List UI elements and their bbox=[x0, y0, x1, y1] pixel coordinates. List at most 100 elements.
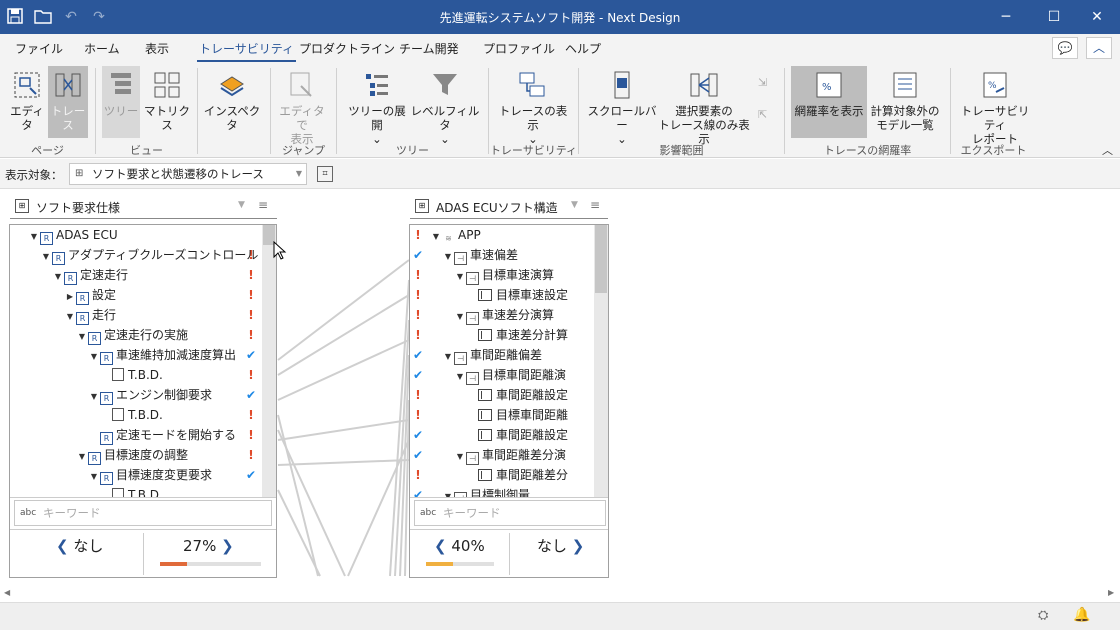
minimize-button[interactable]: ─ bbox=[983, 0, 1029, 34]
collapse-caret-icon[interactable]: ▼ bbox=[454, 447, 466, 467]
collapse-caret-icon[interactable]: ▼ bbox=[88, 467, 100, 487]
left-tree-row[interactable]: ! ▼ R 目標速度の調整 bbox=[10, 445, 262, 465]
tree-expand-button[interactable]: ツリーの展開 ⌄ bbox=[344, 66, 410, 146]
matrix-view-button[interactable]: マトリクス bbox=[142, 66, 192, 138]
right-scrollbar[interactable] bbox=[594, 225, 608, 497]
right-tree-row[interactable]: ✔▼⊣目標制御量 bbox=[410, 485, 594, 497]
collapse-caret-icon[interactable]: ▼ bbox=[88, 347, 100, 367]
collapse-caret-icon[interactable]: ▼ bbox=[442, 347, 454, 367]
right-tree-row[interactable]: ! 目標車速設定 bbox=[410, 285, 594, 305]
left-tree-row[interactable]: T.B.D. bbox=[10, 485, 262, 497]
left-tree-row[interactable]: ! T.B.D. bbox=[10, 365, 262, 385]
right-tree-row[interactable]: ✔ 車間距離設定 bbox=[410, 425, 594, 445]
menu-traceability[interactable]: トレーサビリティ bbox=[196, 40, 297, 62]
left-keyword-input[interactable]: abc キーワード bbox=[14, 500, 272, 526]
editor-button[interactable]: エディタ bbox=[6, 66, 48, 138]
menu-profile[interactable]: プロファイル bbox=[483, 40, 555, 57]
comment-button[interactable]: 💬 bbox=[1052, 37, 1078, 59]
right-tree-row[interactable]: ✔ ▼ ⊣ 目標車間距離演 bbox=[410, 365, 594, 385]
collapse-caret-icon[interactable]: ▼ bbox=[442, 487, 454, 497]
left-scrollbar[interactable] bbox=[262, 225, 276, 497]
collapse-caret-icon[interactable]: ▼ bbox=[28, 227, 40, 247]
right-next-button[interactable]: なし ❯ bbox=[537, 536, 584, 556]
expand-caret-icon[interactable]: ▶ bbox=[64, 287, 76, 307]
menu-home[interactable]: ホーム bbox=[84, 40, 120, 57]
collapse-caret-icon[interactable]: ▼ bbox=[64, 307, 76, 327]
left-panel-menu-icon[interactable]: ≡ bbox=[258, 198, 268, 212]
scrollbar-button[interactable]: スクロールバー ⌄ bbox=[586, 66, 658, 146]
ribbon-collapse-icon[interactable]: ︿ bbox=[1102, 142, 1113, 158]
collapse-caret-icon[interactable]: ▼ bbox=[76, 447, 88, 467]
right-tree-row[interactable]: ✔ ▼ ⊣ 車間距離偏差 bbox=[410, 345, 594, 365]
keyword-icon: abc bbox=[420, 508, 437, 518]
requirement-icon: R bbox=[64, 272, 77, 285]
level-filter-button[interactable]: レベルフィルタ ⌄ bbox=[410, 66, 480, 146]
expand-impact-icon[interactable]: ⇲ bbox=[758, 76, 772, 90]
collapse-impact-icon[interactable]: ⇱ bbox=[758, 108, 772, 122]
right-panel-menu-icon[interactable]: ≡ bbox=[590, 198, 600, 212]
left-tree-row[interactable]: ! ▼ R アダプティブクルーズコントロール bbox=[10, 245, 262, 265]
right-panel-dropdown-icon[interactable]: ▼ bbox=[571, 200, 578, 210]
left-tree-row[interactable]: ✔ ▼ R エンジン制御要求 bbox=[10, 385, 262, 405]
right-scroll-thumb[interactable] bbox=[595, 225, 607, 293]
right-tree-row[interactable]: ✔ ▼ ⊣ 車間距離差分演 bbox=[410, 445, 594, 465]
collapse-caret-icon[interactable]: ▼ bbox=[76, 327, 88, 347]
trace-icon bbox=[55, 73, 81, 97]
right-tree-row[interactable]: ! 車速差分計算 bbox=[410, 325, 594, 345]
collapse-caret-icon[interactable]: ▼ bbox=[442, 247, 454, 267]
notification-bell-icon[interactable]: 🔔 bbox=[1073, 607, 1090, 623]
display-target-select[interactable]: ⊞ ソフト要求と状態遷移のトレース ▼ bbox=[69, 163, 307, 185]
collapse-caret-icon[interactable]: ▼ bbox=[88, 387, 100, 407]
collapse-caret-icon[interactable]: ▼ bbox=[40, 247, 52, 267]
traceability-report-button[interactable]: % トレーサビリティ レポート bbox=[956, 66, 1034, 146]
jump-to-editor-button[interactable]: エディタで 表示 bbox=[276, 66, 328, 146]
left-tree-row[interactable]: ! ▶ R 設定 bbox=[10, 285, 262, 305]
left-prev-button[interactable]: ❮ なし bbox=[56, 536, 103, 556]
collapse-caret-icon[interactable]: ▼ bbox=[454, 267, 466, 287]
sync-icon[interactable]: ⛭ bbox=[1038, 608, 1048, 623]
collapse-caret-icon[interactable]: ▼ bbox=[454, 307, 466, 327]
left-panel-dropdown-icon[interactable]: ▼ bbox=[238, 200, 245, 210]
collapse-caret-icon[interactable]: ▼ bbox=[430, 227, 442, 247]
check-icon: ✔ bbox=[245, 348, 257, 362]
menu-product-line[interactable]: プロダクトライン bbox=[299, 40, 395, 57]
maximize-button[interactable]: ☐ bbox=[1031, 0, 1077, 34]
menu-team[interactable]: チーム開発 bbox=[399, 40, 459, 57]
left-tree-row[interactable]: ! T.B.D. bbox=[10, 405, 262, 425]
left-tree-row[interactable]: ✔ ▼ R 車速維持加減速度算出 bbox=[10, 345, 262, 365]
inspector-button[interactable]: インスペクタ bbox=[201, 66, 263, 138]
scroll-left-icon[interactable]: ◀ bbox=[4, 588, 10, 597]
right-tree-row[interactable]: ! ▼ ⊣ 目標車速演算 bbox=[410, 265, 594, 285]
trace-display-button[interactable]: トレースの表示 ⌄ bbox=[496, 66, 570, 146]
right-tree-row[interactable]: ! ▼ ≋ APP bbox=[410, 225, 594, 247]
left-tree-row[interactable]: ✔ ▼ R 目標速度変更要求 bbox=[10, 465, 262, 485]
close-button[interactable]: ✕ bbox=[1074, 0, 1120, 34]
collapse-caret-icon[interactable]: ▼ bbox=[454, 367, 466, 387]
menu-file[interactable]: ファイル bbox=[15, 40, 63, 57]
left-tree-row[interactable]: ! R 定速モードを開始する bbox=[10, 425, 262, 445]
trace-display-icon bbox=[519, 72, 545, 97]
tree-view-button[interactable]: ツリー bbox=[102, 66, 140, 138]
menu-help[interactable]: ヘルプ bbox=[565, 40, 601, 57]
target-settings-icon[interactable]: ⌗ bbox=[317, 166, 333, 182]
selected-trace-only-button[interactable]: 選択要素の トレース線のみ表示 bbox=[656, 66, 752, 146]
collapse-caret-icon[interactable]: ▼ bbox=[52, 267, 64, 287]
right-tree-row[interactable]: ! 車間距離差分 bbox=[410, 465, 594, 485]
left-next-button[interactable]: 27% ❯ bbox=[183, 536, 234, 556]
left-tree-row[interactable]: ! ▼ R 定速走行の実施 bbox=[10, 325, 262, 345]
left-tree-row[interactable]: ! ▼ R 走行 bbox=[10, 305, 262, 325]
scroll-right-icon[interactable]: ▶ bbox=[1108, 588, 1114, 597]
right-tree-row[interactable]: ! 車間距離設定 bbox=[410, 385, 594, 405]
right-tree-row[interactable]: ✔ ▼ ⊣ 車速偏差 bbox=[410, 245, 594, 265]
collapse-ribbon-button[interactable]: ︿ bbox=[1086, 37, 1112, 59]
right-prev-button[interactable]: ❮ 40% bbox=[434, 536, 485, 556]
show-coverage-button[interactable]: % 網羅率を表示 bbox=[791, 66, 867, 138]
excluded-models-button[interactable]: 計算対象外の モデル一覧 bbox=[868, 66, 942, 138]
left-tree-row[interactable]: ▼ R ADAS ECU bbox=[10, 225, 262, 245]
menu-view[interactable]: 表示 bbox=[145, 40, 169, 57]
left-tree-row[interactable]: ! ▼ R 定速走行 bbox=[10, 265, 262, 285]
trace-button[interactable]: トレース bbox=[48, 66, 88, 138]
right-tree-row[interactable]: ! ▼ ⊣ 車速差分演算 bbox=[410, 305, 594, 325]
right-keyword-input[interactable]: abc キーワード bbox=[414, 500, 606, 526]
right-tree-row[interactable]: ! 目標車間距離 bbox=[410, 405, 594, 425]
